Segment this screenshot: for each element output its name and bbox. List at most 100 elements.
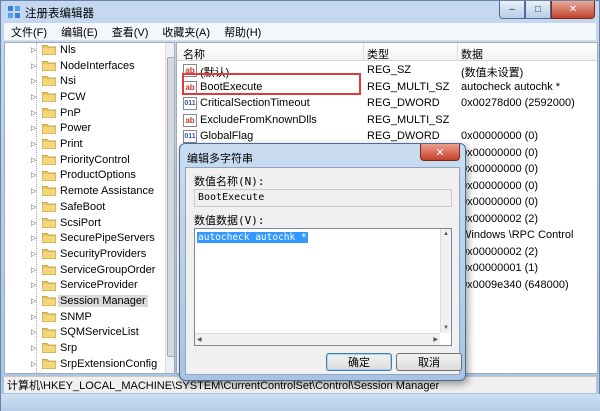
expand-arrow-icon[interactable]: ▷ — [31, 171, 39, 179]
folder-icon — [42, 249, 56, 260]
list-header: 名称 类型 数据 — [177, 43, 597, 61]
expand-arrow-icon[interactable]: ▷ — [31, 124, 39, 132]
scroll-left-arrow-icon[interactable]: ◀ — [197, 336, 202, 343]
window-title: 注册表编辑器 — [25, 8, 94, 20]
value-name: ExcludeFromKnownDlls — [200, 113, 317, 126]
close-button[interactable]: ✕ — [551, 1, 595, 19]
tree-item[interactable]: ▷ NodeInterfaces — [5, 58, 165, 74]
registry-app-icon — [8, 6, 20, 18]
folder-icon — [42, 139, 56, 150]
tree-item[interactable]: ▷ ProductOptions — [5, 168, 165, 184]
expand-arrow-icon[interactable]: ▷ — [31, 344, 39, 352]
scroll-up-arrow-icon[interactable]: ▲ — [443, 231, 449, 237]
tree-item[interactable]: ▷ Nsi — [5, 73, 165, 89]
value-data: 0x00000002 (2) — [461, 245, 539, 258]
title-bar: 注册表编辑器 – □ ✕ — [1, 1, 599, 23]
expand-arrow-icon[interactable]: ▷ — [31, 313, 39, 321]
expand-arrow-icon[interactable]: ▷ — [31, 77, 39, 85]
value-type: REG_MULTI_SZ — [367, 113, 450, 126]
tree-item[interactable]: ▷ PCW — [5, 89, 165, 105]
tree-item[interactable]: ▷ Nls — [5, 43, 165, 58]
folder-icon — [42, 107, 56, 118]
tree-item[interactable]: ▷ SQMServiceList — [5, 325, 165, 341]
tree-item[interactable]: ▷ ServiceGroupOrder — [5, 262, 165, 278]
folder-icon — [42, 217, 56, 228]
column-name-header[interactable]: 名称 — [183, 46, 205, 62]
value-data: 0x00000000 (0) — [461, 196, 539, 208]
folder-icon — [42, 154, 56, 165]
maximize-button[interactable]: □ — [525, 1, 551, 19]
expand-arrow-icon[interactable]: ▷ — [31, 62, 39, 70]
tree-item[interactable]: ▷ Remote Assistance — [5, 183, 165, 199]
tree-item[interactable]: ▷ Print — [5, 136, 165, 152]
tree-item-label: SafeBoot — [60, 200, 106, 213]
expand-arrow-icon[interactable]: ▷ — [31, 140, 39, 148]
value-data: 0x00000000 (0) — [461, 163, 539, 175]
minimize-button[interactable]: – — [499, 1, 525, 19]
menu-edit[interactable]: 编辑(E) — [54, 24, 105, 40]
string-value-icon: ab — [183, 113, 197, 127]
tree-scroll-thumb[interactable] — [167, 57, 174, 357]
scroll-down-arrow-icon[interactable]: ▼ — [443, 325, 449, 331]
column-separator[interactable] — [457, 43, 458, 61]
tree-item[interactable]: ▷ Session Manager — [5, 293, 165, 309]
tree-item[interactable]: ▷ SrpExtensionConfig — [5, 356, 165, 372]
registry-value-row[interactable]: ab ExcludeFromKnownDlls REG_MULTI_SZ — [177, 112, 597, 129]
value-type: REG_DWORD — [367, 97, 440, 109]
menu-file[interactable]: 文件(F) — [4, 24, 54, 40]
ok-button[interactable]: 确定 — [326, 353, 392, 371]
expand-arrow-icon[interactable]: ▷ — [31, 203, 39, 211]
value-data: 0x00000000 (0) — [461, 179, 539, 192]
value-name-field: BootExecute — [194, 189, 452, 207]
folder-icon — [42, 202, 56, 212]
expand-arrow-icon[interactable]: ▷ — [31, 156, 39, 164]
expand-arrow-icon[interactable]: ▷ — [31, 46, 39, 54]
dialog-close-button[interactable]: ✕ — [420, 144, 460, 161]
expand-arrow-icon[interactable]: ▷ — [31, 187, 39, 195]
tree-item-label: Power — [60, 122, 92, 135]
dialog-body: 数值名称(N): BootExecute 数值数据(V): autocheck … — [185, 167, 462, 375]
tree-item[interactable]: ▷ SecurityProviders — [5, 246, 165, 262]
value-data-textarea[interactable]: autocheck autochk * ▲ ▼ ◀ ▶ — [194, 228, 452, 346]
tree-item-label: ServiceGroupOrder — [60, 263, 156, 276]
menu-view[interactable]: 查看(V) — [105, 24, 156, 40]
registry-value-row[interactable]: 011 CriticalSectionTimeout REG_DWORD 0x0027… — [177, 95, 597, 112]
menu-help[interactable]: 帮助(H) — [217, 24, 268, 40]
column-data-header[interactable]: 数据 — [461, 46, 483, 62]
folder-icon — [42, 359, 56, 369]
expand-arrow-icon[interactable]: ▷ — [31, 360, 39, 368]
tree-item[interactable]: ▷ SNMP — [5, 309, 165, 325]
tree-scrollbar[interactable] — [165, 43, 174, 373]
expand-arrow-icon[interactable]: ▷ — [31, 109, 39, 117]
expand-arrow-icon[interactable]: ▷ — [31, 234, 39, 242]
tree-item[interactable]: ▷ ServiceProvider — [5, 278, 165, 294]
menu-favorites[interactable]: 收藏夹(A) — [155, 24, 217, 40]
expand-arrow-icon[interactable]: ▷ — [31, 328, 39, 336]
expand-arrow-icon[interactable]: ▷ — [31, 93, 39, 101]
column-type-header[interactable]: 类型 — [367, 46, 389, 62]
textarea-vertical-scrollbar[interactable]: ▲ ▼ — [440, 229, 451, 333]
expand-arrow-icon[interactable]: ▷ — [31, 266, 39, 274]
value-data-selected-text[interactable]: autocheck autochk * — [197, 232, 308, 243]
textarea-horizontal-scrollbar[interactable]: ◀ ▶ — [195, 333, 440, 345]
tree-item[interactable]: ▷ ScsiPort — [5, 215, 165, 231]
tree-item-label: ProductOptions — [60, 169, 136, 182]
column-separator[interactable] — [363, 43, 364, 61]
tree-pane[interactable]: ▷ Nls ▷ NodeInterfaces ▷ Nsi ▷ PCW ▷ PnP ▷ Power ▷ Pr… — [4, 42, 175, 374]
scroll-right-arrow-icon[interactable]: ▶ — [433, 336, 438, 343]
tree-item[interactable]: ▷ Srp — [5, 340, 165, 356]
tree-item[interactable]: ▷ SafeBoot — [5, 199, 165, 215]
tree-item-label: SecurePipeServers — [60, 232, 155, 245]
cancel-button[interactable]: 取消 — [396, 353, 462, 371]
expand-arrow-icon[interactable]: ▷ — [31, 297, 39, 305]
expand-arrow-icon[interactable]: ▷ — [31, 219, 39, 227]
tree-item[interactable]: ▷ PnP — [5, 105, 165, 121]
expand-arrow-icon[interactable]: ▷ — [31, 250, 39, 258]
registry-editor-window: 注册表编辑器 – □ ✕ 文件(F) 编辑(E) 查看(V) 收藏夹(A) 帮助… — [0, 0, 600, 411]
expand-arrow-icon[interactable]: ▷ — [31, 281, 39, 289]
folder-icon — [42, 186, 56, 197]
tree-item[interactable]: ▷ SecurePipeServers — [5, 230, 165, 246]
tree-item-label: Remote Assistance — [60, 185, 155, 198]
tree-item[interactable]: ▷ Power — [5, 121, 165, 137]
tree-item[interactable]: ▷ PriorityControl — [5, 152, 165, 168]
